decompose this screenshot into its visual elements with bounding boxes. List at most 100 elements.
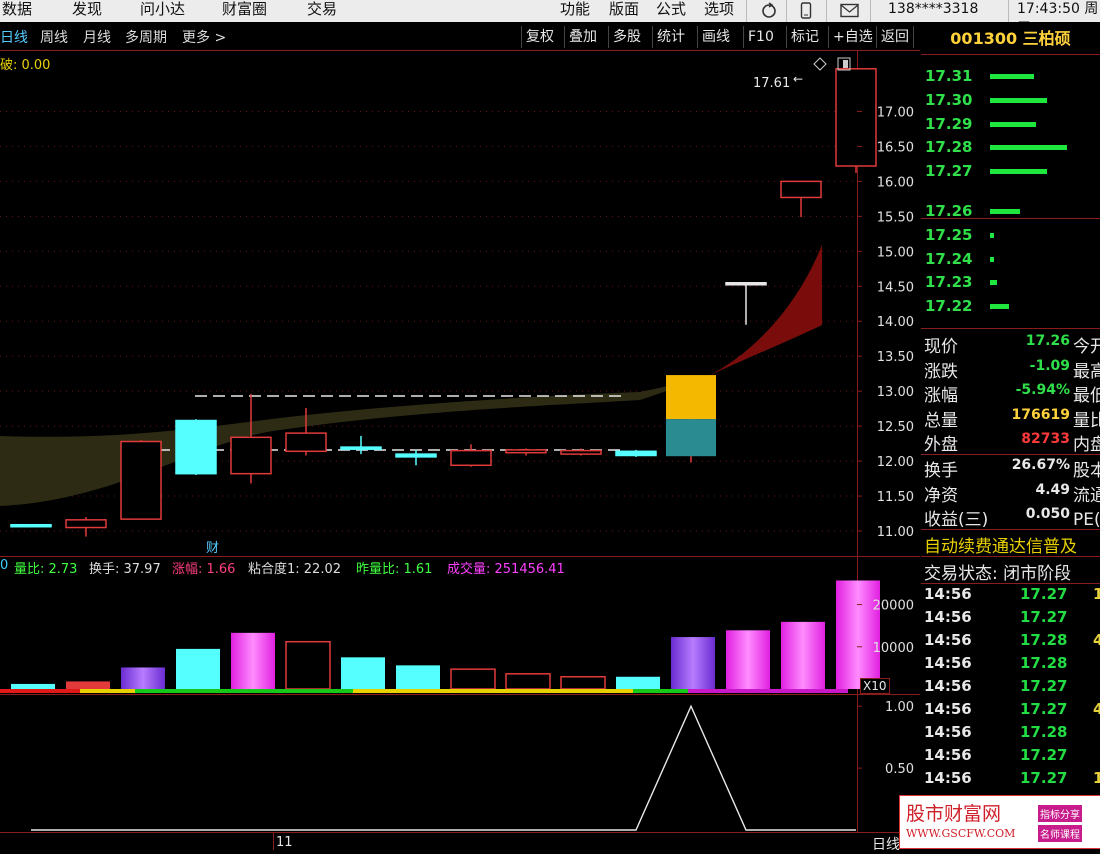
volume-bar[interactable] xyxy=(341,657,385,689)
order-volume-bar xyxy=(990,121,1037,127)
tick-price: 17.27 xyxy=(1020,700,1068,718)
order-volume-bar xyxy=(990,145,1067,151)
tick-row: 14:56 17.27 xyxy=(921,608,1100,631)
volume-bar[interactable] xyxy=(11,683,55,689)
stat-key: 外盘 xyxy=(924,435,958,455)
volume-bar[interactable] xyxy=(781,621,825,689)
bottom-tab-daily[interactable]: 日线 xyxy=(872,834,900,854)
price-tick-label: 15.00 xyxy=(877,245,914,260)
tick-price: 17.27 xyxy=(1020,585,1068,603)
candle[interactable] xyxy=(505,448,547,456)
tick-volume: 4 xyxy=(1093,700,1100,718)
volume-bar[interactable] xyxy=(726,630,770,689)
tick-time: 14:56 xyxy=(924,585,972,603)
financial-marker[interactable]: 财 xyxy=(206,537,219,556)
candle[interactable] xyxy=(725,282,767,325)
quote-stat-row: 涨幅 -5.94% 最低 xyxy=(921,381,1100,406)
candle-body xyxy=(175,419,217,475)
candle[interactable] xyxy=(175,419,217,476)
volume-bar[interactable] xyxy=(176,648,220,689)
kline-chart-area[interactable]: 17.00 16.50 16.00 15.50 15.00 14.50 14.00 13.50… xyxy=(0,0,920,850)
volume-bar[interactable] xyxy=(285,640,331,690)
order-price[interactable]: 17.23 xyxy=(925,273,972,291)
quote-stat-row: 外盘 82733 内盘 xyxy=(921,430,1100,455)
candle-body xyxy=(65,519,107,529)
volume-bar[interactable] xyxy=(616,676,660,689)
tick-price: 17.28 xyxy=(1020,723,1068,741)
candle[interactable] xyxy=(65,517,107,537)
watermark-url: WWW.GSCFW.COM xyxy=(906,827,1016,840)
order-volume-bar xyxy=(990,280,997,286)
tick-row: 14:56 17.27 xyxy=(921,677,1100,700)
order-price[interactable]: 17.22 xyxy=(925,297,972,315)
stat-key: 收益(三) xyxy=(924,510,989,530)
quote-stat-row: 收益(三) 0.050PE(动 xyxy=(921,505,1100,530)
order-price[interactable]: 17.29 xyxy=(925,115,972,133)
volume-bar[interactable] xyxy=(121,667,165,689)
candle[interactable] xyxy=(340,435,382,455)
stat-key-2: 流通 xyxy=(1073,485,1100,506)
tick-time: 14:56 xyxy=(924,654,972,672)
order-price[interactable]: 17.28 xyxy=(925,138,972,156)
candle-body xyxy=(780,180,822,199)
candle-body xyxy=(395,453,437,458)
stat-key-2: 股本 xyxy=(1073,461,1100,481)
order-price[interactable]: 17.26 xyxy=(925,202,972,220)
volume-bar[interactable] xyxy=(560,676,606,690)
tick-row: 14:56 17.27 1 xyxy=(921,769,1100,792)
order-price[interactable]: 17.25 xyxy=(925,226,972,244)
candle[interactable] xyxy=(395,449,437,466)
order-volume-bar xyxy=(990,74,1034,79)
candle[interactable] xyxy=(120,440,162,520)
order-volume-bar xyxy=(990,256,995,262)
tick-row: 14:56 17.28 4 xyxy=(921,631,1100,654)
candle[interactable] xyxy=(835,68,877,173)
stat-value: 176619 xyxy=(1011,406,1070,423)
tick-volume: 4 xyxy=(1093,631,1100,649)
price-tick-label: 11.00 xyxy=(877,525,914,540)
order-price[interactable]: 17.24 xyxy=(925,250,972,268)
volume-bar[interactable] xyxy=(231,632,275,689)
volume-bar[interactable] xyxy=(505,673,551,690)
candle[interactable] xyxy=(780,180,822,218)
volume-bar[interactable] xyxy=(396,665,440,689)
vol-ind-0: 0 xyxy=(0,558,9,573)
volume-tick-label: 10000 xyxy=(873,641,914,656)
vol-ind-turnover: 换手: 37.97 xyxy=(89,562,161,577)
volume-bar[interactable] xyxy=(836,580,880,689)
candle[interactable] xyxy=(10,523,52,528)
volume-bar[interactable] xyxy=(66,681,110,689)
price-tick-label: 12.50 xyxy=(877,420,914,435)
quote-stat-row: 现价 17.26 今开 xyxy=(921,332,1100,357)
candle[interactable] xyxy=(450,444,492,467)
volume-bar[interactable] xyxy=(450,668,496,690)
tick-volume: 1 xyxy=(1093,585,1100,603)
stat-key-2: 内盘 xyxy=(1073,435,1100,455)
price-tick-label: 13.00 xyxy=(877,385,914,400)
order-volume-bar xyxy=(990,209,1020,214)
order-price[interactable]: 17.27 xyxy=(925,162,972,180)
diamond-icon[interactable] xyxy=(813,57,827,71)
stat-value: -1.09 xyxy=(1029,357,1070,374)
candle-body xyxy=(835,68,877,167)
candle[interactable] xyxy=(230,393,272,484)
stat-key-2: 最低 xyxy=(1073,386,1100,406)
price-tick-label: 12.00 xyxy=(877,455,914,470)
watermark-logo: 股市财富网 WWW.GSCFW.COM 指标分享 名师课程 xyxy=(899,795,1100,849)
order-volume-bar xyxy=(990,232,995,238)
candle[interactable] xyxy=(666,375,716,463)
candle[interactable] xyxy=(615,449,657,457)
volume-bar[interactable] xyxy=(671,637,715,689)
candle-body xyxy=(10,523,52,528)
oscillator-line xyxy=(31,704,856,831)
price-tick-label: 13.50 xyxy=(877,350,914,365)
stat-key: 总量 xyxy=(924,410,958,431)
notice-text[interactable]: 自动续费通达信普及 xyxy=(924,532,1077,557)
candle-body xyxy=(560,449,602,455)
candle-body xyxy=(505,449,547,454)
volume-scale-label[interactable]: X10 xyxy=(860,678,890,694)
stock-name: 三柏硕 xyxy=(1022,29,1071,48)
order-price[interactable]: 17.31 xyxy=(925,67,972,85)
vol-ind-cohesion: 粘合度1: 22.02 xyxy=(248,562,341,577)
order-price[interactable]: 17.30 xyxy=(925,91,972,109)
